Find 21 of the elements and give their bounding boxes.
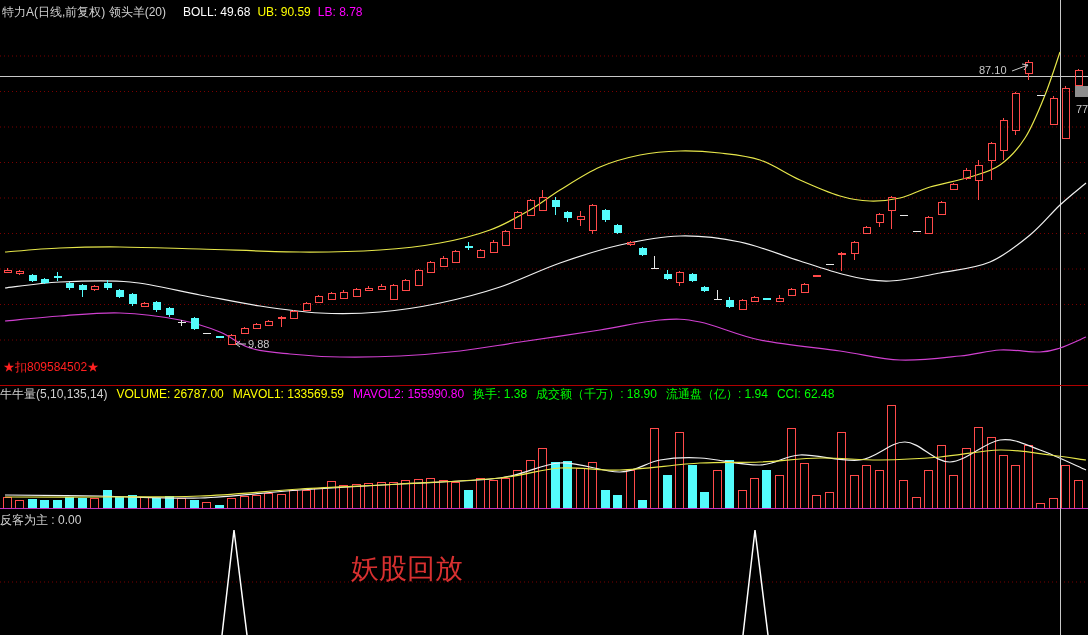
indicator-reading: BOLL: 49.68 — [183, 4, 251, 20]
price-marker-tag — [1075, 86, 1088, 97]
contact-text: ★扣809584502★ — [3, 360, 100, 374]
indicator-reading: 流通盘（亿）: 1.94 — [665, 386, 768, 402]
indicator-reading: 换手: 1.38 — [473, 386, 528, 402]
indicator-reading: CCI: 62.48 — [776, 386, 835, 402]
indicator-reading: MAVOL2: 155990.80 — [353, 386, 465, 402]
indicator-reading: 成交额（千万）: 18.90 — [536, 386, 657, 402]
price-label: 9.88 — [248, 338, 270, 350]
price-label: 87.10 — [979, 64, 1007, 76]
price-label: 77 — [1076, 103, 1088, 115]
caption-text: 妖股回放 — [351, 553, 463, 584]
indicator-reading: MAVOL1: 133569.59 — [232, 386, 344, 402]
indicator-reading: UB: 90.59 — [257, 4, 311, 20]
indicator-reading: VOLUME: 26787.00 — [116, 386, 224, 402]
leader-arrow — [1011, 63, 1029, 72]
indicator-title: 反客为主 : 0.00 — [0, 512, 82, 528]
leader-arrow — [235, 340, 247, 348]
indicator-title: 牛牛量(5,10,135,14) — [0, 386, 108, 402]
chart-title: 特力A(日线,前复权) 领头羊(20) — [2, 4, 166, 20]
indicator-reading: LB: 8.78 — [317, 4, 363, 20]
